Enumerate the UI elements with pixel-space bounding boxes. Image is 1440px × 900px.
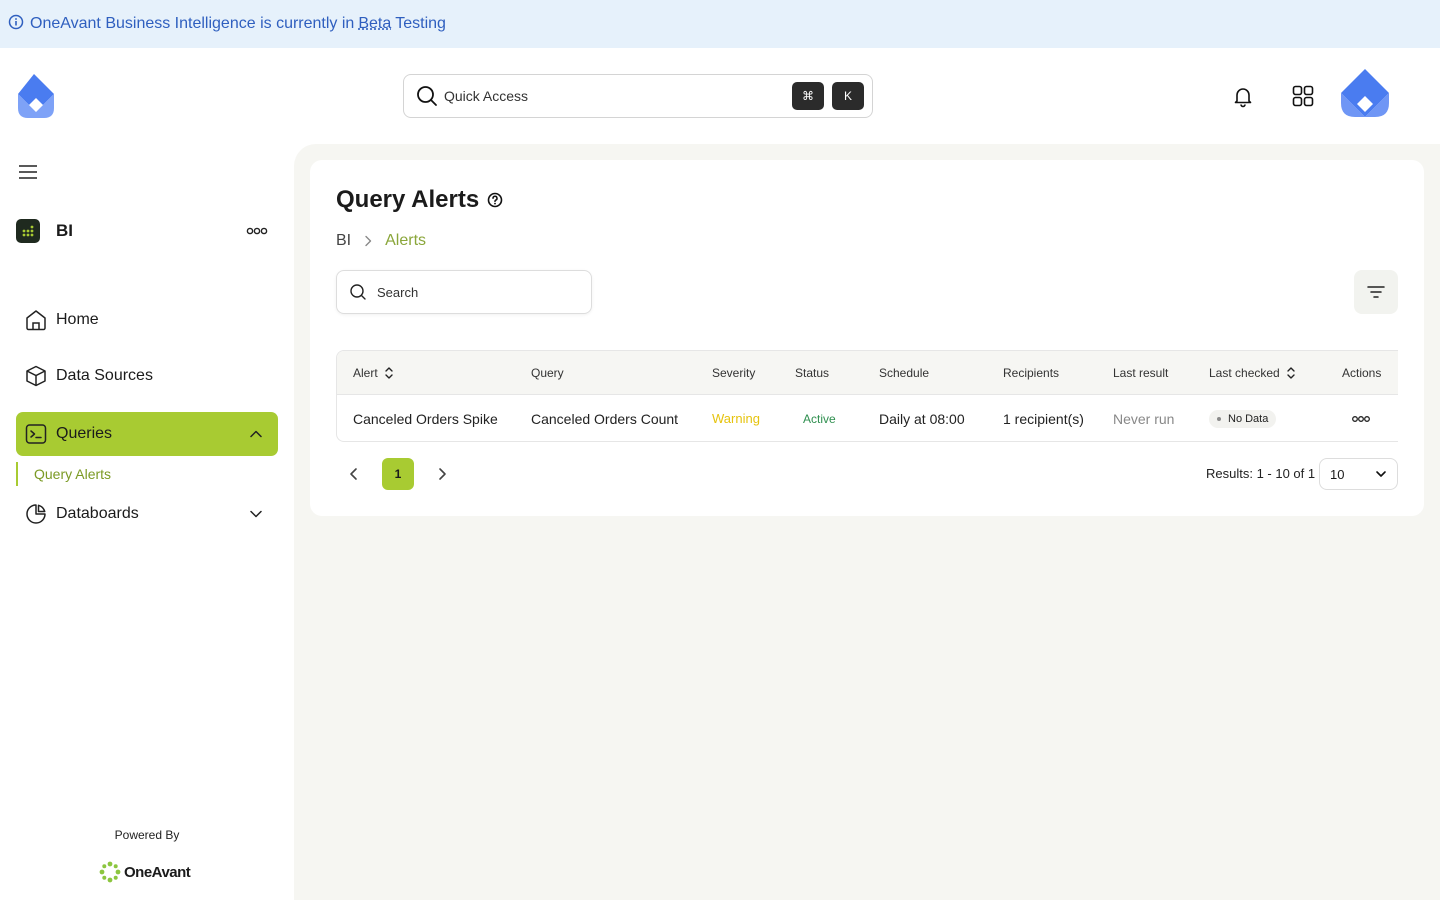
bell-icon[interactable] [1231, 84, 1255, 108]
sidebar-item-label: Home [56, 311, 99, 328]
bi-app-icon [16, 219, 40, 243]
search-field[interactable] [336, 270, 592, 314]
column-header-last-result: Last result [1113, 366, 1169, 380]
column-header-status: Status [795, 366, 830, 380]
sidebar-item-label: Queries [56, 425, 113, 442]
cell-severity: Warning [712, 411, 760, 426]
cell-schedule: Daily at 08:00 [879, 410, 965, 427]
cell-last-checked: No Data [1209, 395, 1277, 441]
no-data-label: No Data [1228, 412, 1269, 425]
powered-by-label: Powered By [114, 828, 180, 842]
cell-query: Canceled Orders Count [531, 410, 679, 427]
breadcrumb-alerts: Alerts [385, 232, 427, 249]
cube-icon [26, 365, 46, 387]
column-header-label: Alert [353, 366, 378, 380]
quick-access-label: Quick Access [444, 88, 529, 104]
chevron-left-icon[interactable] [346, 466, 362, 482]
chevron-down-icon[interactable] [248, 506, 264, 522]
column-header-query: Query [531, 366, 564, 380]
chevron-up-icon[interactable] [248, 426, 264, 442]
app-name: BI [56, 221, 73, 240]
info-icon [8, 14, 24, 30]
banner-text-prefix: OneAvant Business Intelligence is curren… [30, 15, 355, 32]
cell-status: Active [803, 411, 836, 426]
oneavant-flower-icon [99, 861, 121, 883]
search-icon [350, 284, 366, 300]
column-header-alert[interactable]: Alert [353, 351, 394, 395]
breadcrumb: BI Alerts [336, 232, 426, 250]
column-header-last-checked[interactable]: Last checked [1209, 351, 1296, 395]
query-alerts-card: Query Alerts BI Alerts Alert Query Sever… [310, 160, 1424, 516]
sidebar-item-label: Data Sources [56, 367, 153, 384]
table-header: Alert Query Severity Status Schedule Rec… [337, 351, 1398, 395]
sidebar-item-home[interactable]: Home [16, 298, 278, 342]
sort-icon[interactable] [1286, 366, 1296, 380]
page-size-value: 10 [1330, 466, 1345, 482]
quick-access-search[interactable]: Quick Access ⌘ K [403, 74, 873, 118]
page-size-select[interactable]: 10 [1319, 458, 1398, 490]
shortcut-key-cmd: ⌘ [792, 82, 824, 110]
pie-chart-icon [26, 504, 46, 524]
chevron-down-icon [1376, 471, 1386, 477]
sidebar-item-databoards[interactable]: Databoards [16, 492, 278, 536]
oneavant-brand: OneAvant [98, 860, 191, 884]
column-header-severity: Severity [712, 366, 756, 380]
column-header-recipients: Recipients [1003, 366, 1060, 380]
help-icon[interactable] [487, 192, 503, 208]
page-title-text: Query Alerts [336, 186, 480, 213]
breadcrumb-bi[interactable]: BI [336, 232, 351, 250]
sidebar-item-data-sources[interactable]: Data Sources [16, 354, 278, 398]
hamburger-menu-icon[interactable] [18, 164, 38, 180]
app-switcher[interactable]: BI [16, 218, 278, 244]
home-icon [26, 310, 46, 331]
shortcut-key-k: K [832, 82, 864, 110]
status-dot [1217, 416, 1221, 421]
cell-last-result: Never run [1113, 410, 1175, 427]
column-header-schedule: Schedule [879, 366, 930, 380]
more-horizontal-icon[interactable] [246, 227, 268, 235]
terminal-icon [25, 424, 47, 444]
avatar[interactable] [1340, 68, 1390, 118]
banner-text-suffix: Testing [395, 15, 446, 32]
sidebar-item-label: Databoards [56, 505, 139, 522]
oneavant-logo-icon[interactable] [14, 72, 58, 120]
beta-banner: OneAvant Business Intelligence is curren… [0, 0, 1440, 48]
banner-beta-link[interactable]: Beta [358, 15, 391, 33]
more-horizontal-icon[interactable] [1352, 415, 1370, 423]
cell-alert[interactable]: Canceled Orders Spike [353, 395, 498, 441]
oneavant-brand-text: OneAvant [124, 863, 191, 881]
cell-recipients: 1 recipient(s) [1003, 410, 1084, 427]
column-header-actions: Actions [1342, 366, 1382, 380]
filter-icon [1367, 286, 1385, 298]
sidebar-item-queries[interactable]: Queries [16, 412, 278, 456]
filter-button[interactable] [1354, 270, 1398, 314]
column-header-label: Last checked [1209, 366, 1280, 380]
chevron-right-icon[interactable] [434, 466, 450, 482]
cell-actions [1352, 395, 1370, 441]
table-row[interactable]: Canceled Orders Spike Canceled Orders Co… [337, 395, 1398, 441]
alerts-table: Alert Query Severity Status Schedule Rec… [336, 350, 1398, 442]
apps-grid-icon[interactable] [1291, 84, 1315, 108]
search-icon [417, 86, 437, 106]
page-number-button[interactable]: 1 [382, 458, 414, 490]
no-data-badge: No Data [1209, 409, 1277, 428]
results-count: Results: 1 - 10 of 1 [1206, 466, 1316, 481]
chevron-right-icon [365, 235, 372, 247]
search-input[interactable] [377, 284, 567, 300]
page-title: Query Alerts [336, 186, 503, 214]
sort-icon[interactable] [384, 366, 394, 380]
sidebar-subitem-query-alerts[interactable]: Query Alerts [16, 462, 111, 486]
